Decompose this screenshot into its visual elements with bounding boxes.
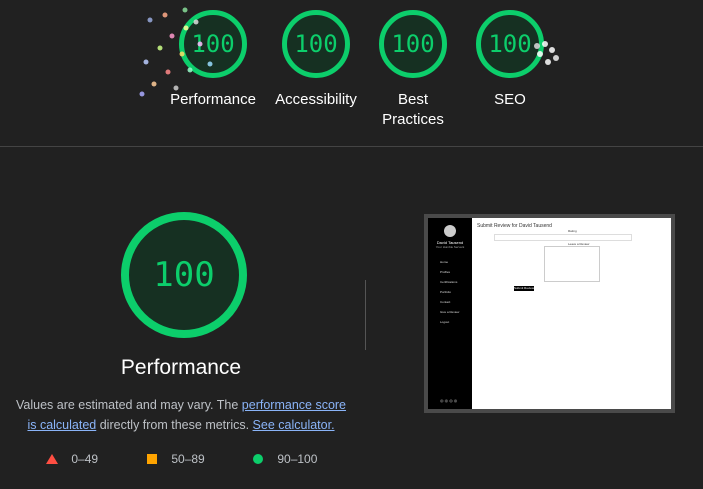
screenshot-nav-item: Certifications bbox=[440, 280, 458, 284]
screenshot-role: Your Humble Servant bbox=[435, 245, 465, 249]
final-screenshot-thumbnail[interactable]: David Tausend Your Humble Servant Home P… bbox=[424, 214, 675, 413]
screenshot-title: Submit Review for David Tausend bbox=[477, 223, 552, 229]
performance-description: Values are estimated and may vary. The p… bbox=[10, 395, 352, 435]
screenshot-nav-item: Logout bbox=[440, 320, 450, 324]
gauge-label: SEO bbox=[494, 91, 526, 108]
legend-range: 0–49 bbox=[71, 452, 99, 466]
gauge-score: 100 bbox=[488, 30, 532, 58]
gauge-ring: 100 bbox=[476, 10, 544, 78]
gauge-ring: 100 bbox=[379, 10, 447, 78]
screenshot-nav-item: Home bbox=[440, 260, 449, 264]
gauge-performance[interactable]: 100 Performance bbox=[158, 10, 268, 110]
social-icons: ◎ ◎ ◎ ◎ bbox=[440, 398, 458, 403]
gauge-ring: 100 bbox=[282, 10, 350, 78]
screenshot-nav-item: Profiles bbox=[440, 270, 451, 274]
gauge-label: Best Practices bbox=[382, 91, 444, 128]
legend-average: 50–89 bbox=[146, 452, 205, 466]
screenshot-review-textarea bbox=[544, 246, 600, 282]
legend-range: 90–100 bbox=[277, 452, 318, 466]
category-gauges: 100 Performance 100 Accessibility 100 Be… bbox=[0, 0, 703, 146]
screenshot-nav-item: Contact bbox=[440, 300, 451, 304]
performance-gauge: 100 bbox=[121, 212, 247, 338]
gauge-accessibility[interactable]: 100 Accessibility bbox=[261, 10, 371, 110]
performance-title: Performance bbox=[120, 356, 242, 379]
square-icon bbox=[147, 454, 157, 464]
gauge-score: 100 bbox=[294, 30, 338, 58]
screenshot-rating-label: Rating bbox=[568, 229, 577, 233]
section-divider bbox=[0, 146, 703, 147]
screenshot-sidebar: David Tausend Your Humble Servant Home P… bbox=[428, 218, 472, 409]
legend-fail: 0–49 bbox=[46, 452, 98, 466]
gauge-seo[interactable]: 100 SEO bbox=[455, 10, 565, 110]
screenshot-rating-select bbox=[494, 234, 632, 241]
avatar bbox=[444, 225, 456, 237]
desc-prefix: Values are estimated and may vary. The bbox=[15, 398, 242, 412]
gauge-label: Accessibility bbox=[275, 91, 357, 108]
legend-range: 50–89 bbox=[171, 452, 205, 466]
screenshot-page: David Tausend Your Humble Servant Home P… bbox=[428, 218, 671, 409]
screenshot-nav-item: Portfolio bbox=[440, 290, 452, 294]
legend-pass: 90–100 bbox=[252, 452, 317, 466]
performance-score: 100 bbox=[153, 255, 215, 295]
desc-middle: directly from these metrics. bbox=[96, 418, 253, 432]
vertical-divider bbox=[365, 280, 366, 350]
triangle-icon bbox=[46, 454, 58, 464]
gauge-best-practices[interactable]: 100 Best Practices bbox=[358, 10, 468, 130]
gauge-ring: 100 bbox=[179, 10, 247, 78]
gauge-score: 100 bbox=[391, 30, 435, 58]
see-calculator-link[interactable]: See calculator. bbox=[253, 418, 335, 432]
circle-icon bbox=[253, 454, 263, 464]
screenshot-nav-item: Give a Review bbox=[440, 310, 460, 314]
gauge-score: 100 bbox=[191, 30, 235, 58]
gauge-label: Performance bbox=[170, 91, 256, 108]
screenshot-submit-button: Submit Review bbox=[514, 286, 535, 291]
